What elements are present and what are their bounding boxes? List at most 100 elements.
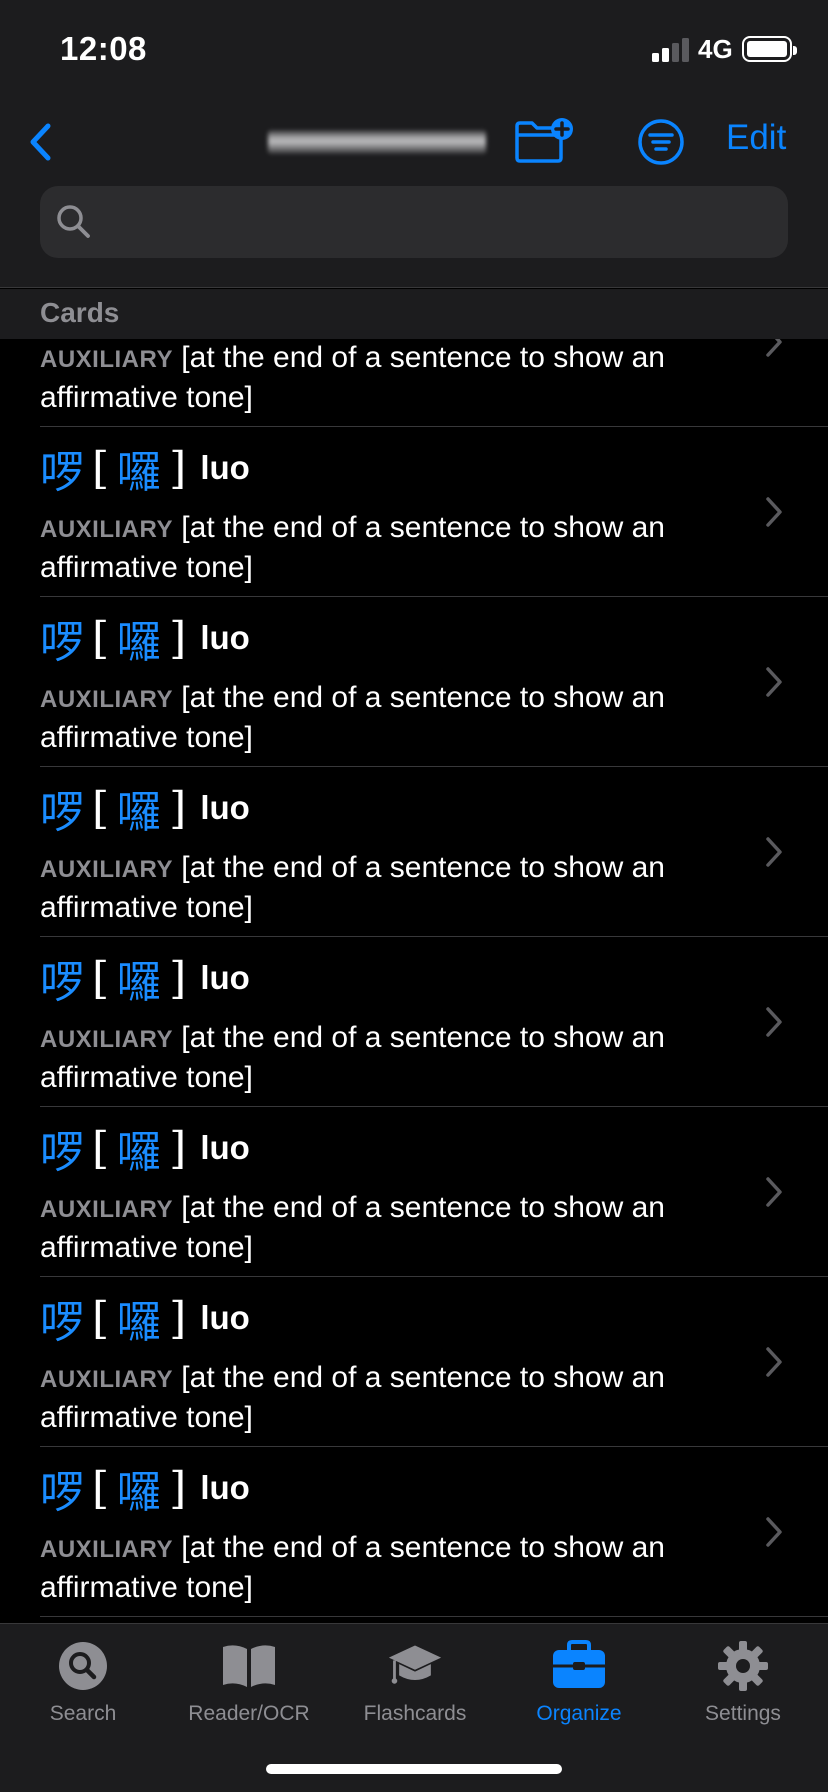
tab-settings[interactable]: Settings: [660, 1638, 826, 1748]
close-bracket: ]: [169, 1462, 187, 1514]
filter-lines-icon: [638, 119, 684, 165]
chevron-right-icon: [766, 339, 782, 357]
simplified-character: 啰: [40, 1297, 84, 1348]
headword: 啰 [ 囉 ] luo: [40, 951, 250, 1009]
list-item[interactable]: 啰 [ 囉 ] luo AUXILIARY [at the end of a s…: [0, 1107, 828, 1277]
tab-label: Search: [49, 1702, 117, 1725]
pinyin: luo: [200, 1469, 250, 1506]
redacted-title: [268, 130, 486, 154]
close-bracket: ]: [169, 612, 187, 664]
open-bracket: [: [92, 1292, 110, 1344]
chevron-right-icon: [766, 1347, 782, 1377]
open-bracket: [: [92, 1122, 110, 1174]
open-bracket: [: [92, 782, 110, 834]
definition: AUXILIARY [at the end of a sentence to s…: [40, 1529, 690, 1607]
list-item[interactable]: 啰 [ 囉 ] luo AUXILIARY [at the end of a s…: [0, 937, 828, 1107]
traditional-character: 囉: [117, 787, 162, 838]
close-bracket: ]: [169, 442, 187, 494]
back-button[interactable]: [20, 118, 60, 166]
traditional-character: 囉: [117, 447, 162, 498]
definition: AUXILIARY [at the end of a sentence to s…: [40, 1189, 690, 1267]
part-of-speech: AUXILIARY: [40, 856, 173, 883]
traditional-character: 囉: [117, 1467, 162, 1518]
tab-flashcards[interactable]: Flashcards: [332, 1638, 498, 1748]
search-bar[interactable]: [40, 186, 788, 258]
chevron-right-icon: [766, 497, 782, 527]
part-of-speech: AUXILIARY: [40, 1026, 173, 1053]
tab-reader-ocr[interactable]: Reader/OCR: [166, 1638, 332, 1748]
pinyin: luo: [200, 449, 250, 486]
battery-icon: [742, 36, 797, 62]
graduation-cap-icon: [388, 1645, 442, 1684]
part-of-speech: AUXILIARY: [40, 1536, 173, 1563]
toolbox-icon: [553, 1640, 605, 1688]
tab-label: Settings: [705, 1702, 781, 1725]
pinyin: luo: [200, 789, 250, 826]
definition: AUXILIARY [at the end of a sentence to s…: [40, 679, 690, 757]
open-bracket: [: [92, 442, 110, 494]
part-of-speech: AUXILIARY: [40, 686, 173, 713]
chevron-right-icon: [766, 667, 782, 697]
traditional-character: 囉: [117, 1127, 162, 1178]
search-input[interactable]: [104, 186, 774, 258]
definition: AUXILIARY [at the end of a sentence to s…: [40, 849, 690, 927]
close-bracket: ]: [169, 782, 187, 834]
cards-list[interactable]: AUXILIARY [at the end of a sentence to s…: [0, 339, 828, 1623]
home-indicator[interactable]: [266, 1764, 562, 1774]
chevron-right-icon: [766, 1517, 782, 1547]
pinyin: luo: [200, 959, 250, 996]
close-bracket: ]: [169, 1292, 187, 1344]
status-time: 12:08: [60, 30, 147, 67]
traditional-character: 囉: [117, 1297, 162, 1348]
headword: 啰 [ 囉 ] luo: [40, 441, 250, 499]
list-item[interactable]: AUXILIARY [at the end of a sentence to s…: [0, 339, 828, 427]
search-icon: [59, 1642, 107, 1690]
part-of-speech: AUXILIARY: [40, 346, 173, 373]
headword: 啰 [ 囉 ] luo: [40, 1291, 250, 1349]
search-icon: [57, 205, 90, 238]
tab-organize[interactable]: Organize: [496, 1638, 662, 1748]
simplified-character: 啰: [40, 1127, 84, 1178]
tab-label: Organize: [536, 1702, 622, 1725]
chevron-left-icon: [30, 123, 51, 161]
simplified-character: 啰: [40, 787, 84, 838]
chevron-right-icon: [766, 1177, 782, 1207]
tab-search[interactable]: Search: [0, 1638, 166, 1748]
section-header: Cards: [0, 289, 828, 339]
list-item[interactable]: 啰 [ 囉 ] luo AUXILIARY [at the end of a s…: [0, 1447, 828, 1617]
chevron-right-icon: [766, 837, 782, 867]
gear-icon: [718, 1641, 768, 1691]
list-item[interactable]: 啰 [ 囉 ] luo AUXILIARY [at the end of a s…: [0, 597, 828, 767]
edit-button[interactable]: Edit: [726, 118, 786, 158]
close-bracket: ]: [169, 952, 187, 1004]
list-item[interactable]: 啰 [ 囉 ] luo AUXILIARY [at the end of a s…: [0, 767, 828, 937]
list-item[interactable]: 啰 [ 囉 ] luo AUXILIARY [at the end of a s…: [0, 1277, 828, 1447]
headword: 啰 [ 囉 ] luo: [40, 1121, 250, 1179]
part-of-speech: AUXILIARY: [40, 1196, 173, 1223]
pinyin: luo: [200, 619, 250, 656]
simplified-character: 啰: [40, 957, 84, 1008]
pinyin: luo: [200, 1299, 250, 1336]
book-open-icon: [223, 1645, 275, 1687]
open-bracket: [: [92, 952, 110, 1004]
definition: AUXILIARY [at the end of a sentence to s…: [40, 509, 690, 587]
part-of-speech: AUXILIARY: [40, 1366, 173, 1393]
open-bracket: [: [92, 1462, 110, 1514]
add-folder-button[interactable]: [514, 116, 576, 164]
network-type: 4G: [698, 34, 733, 64]
screen: 12:08 4G Edit Cards AUXILIARY [at the en…: [0, 0, 828, 1792]
close-bracket: ]: [169, 1122, 187, 1174]
top-bar: 12:08 4G Edit: [0, 0, 828, 288]
traditional-character: 囉: [117, 957, 162, 1008]
simplified-character: 啰: [40, 1467, 84, 1518]
navigation-bar: Edit: [0, 100, 828, 184]
headword: 啰 [ 囉 ] luo: [40, 611, 250, 669]
filter-button[interactable]: [636, 117, 686, 167]
list-item[interactable]: 啰 [ 囉 ] luo AUXILIARY [at the end of a s…: [0, 427, 828, 597]
definition: AUXILIARY [at the end of a sentence to s…: [40, 339, 690, 417]
definition: AUXILIARY [at the end of a sentence to s…: [40, 1019, 690, 1097]
chevron-right-icon: [766, 1007, 782, 1037]
definition: AUXILIARY [at the end of a sentence to s…: [40, 1359, 690, 1437]
traditional-character: 囉: [117, 617, 162, 668]
signal-strength-icon: [652, 38, 690, 62]
